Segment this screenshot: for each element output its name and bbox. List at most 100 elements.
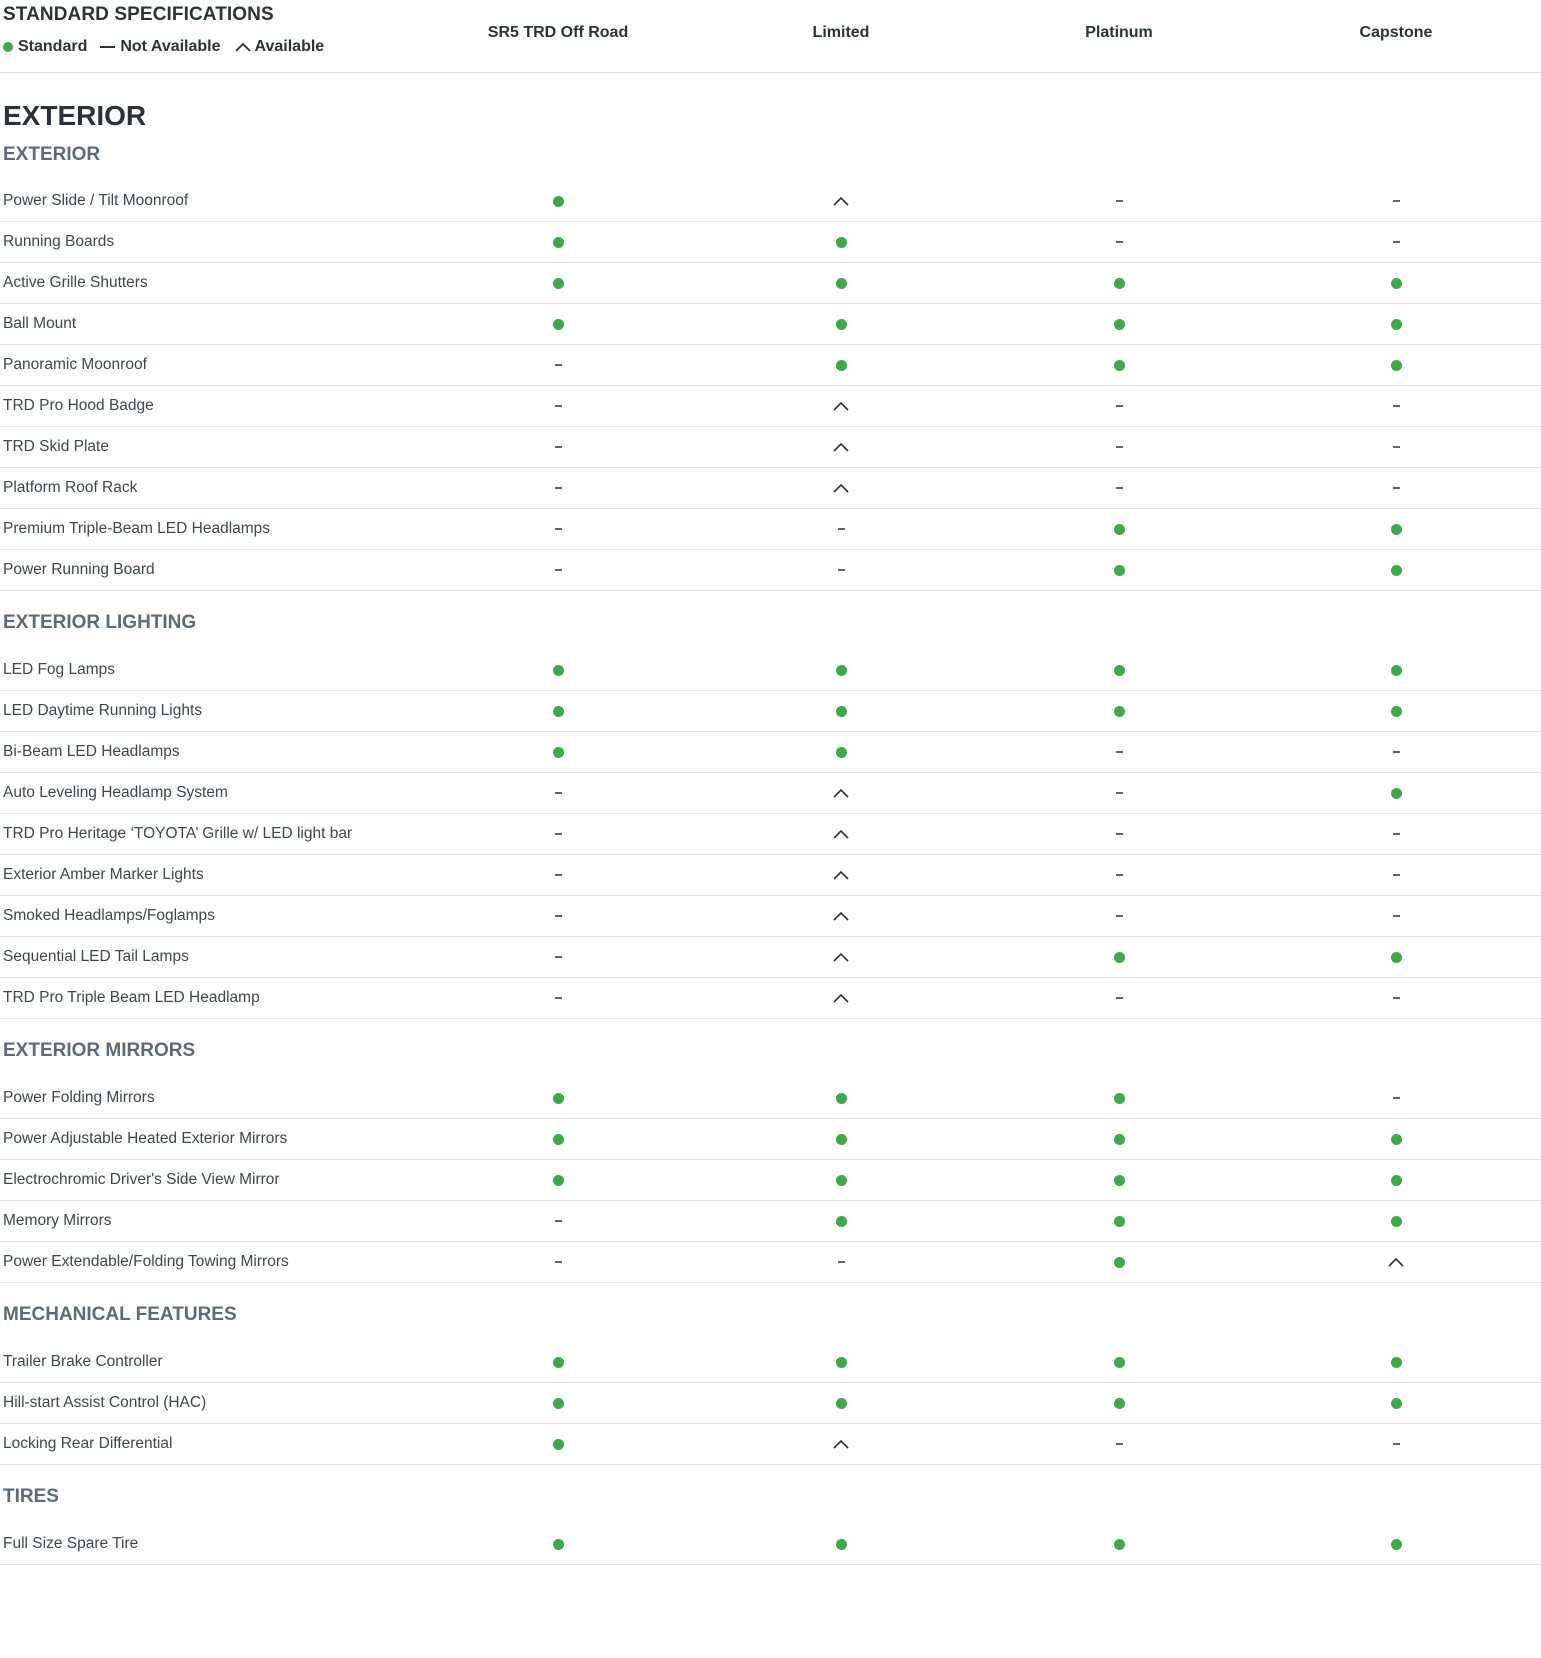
- dash-icon: [1115, 487, 1123, 489]
- standard-dot-icon: [1390, 1397, 1402, 1409]
- spec-row: Power Folding Mirrors: [0, 1078, 1541, 1119]
- spec-cell: [821, 386, 861, 426]
- spec-row: Trailer Brake Controller: [0, 1342, 1541, 1383]
- standard-dot-icon: [1113, 705, 1125, 717]
- standard-dot-icon: [835, 1215, 847, 1227]
- caret-up-icon: [833, 196, 849, 206]
- spec-cell: [1376, 1119, 1416, 1159]
- standard-dot-icon: [1113, 277, 1125, 289]
- spec-cell: [821, 978, 861, 1018]
- caret-up-icon: [833, 401, 849, 411]
- legend-not-available: Not Available: [100, 38, 221, 56]
- spec-row: Memory Mirrors: [0, 1201, 1541, 1242]
- spec-cell: [821, 509, 861, 549]
- spec-row: TRD Pro Triple Beam LED Headlamp: [0, 978, 1541, 1019]
- spec-cell: [538, 1119, 578, 1159]
- spec-label: Active Grille Shutters: [3, 274, 148, 291]
- standard-dot-icon: [1390, 523, 1402, 535]
- caret-up-icon: [833, 788, 849, 798]
- spec-label: LED Fog Lamps: [3, 661, 115, 678]
- standard-dot-icon: [1390, 1356, 1402, 1368]
- spec-cell: [1099, 814, 1139, 854]
- standard-dot-icon: [835, 1356, 847, 1368]
- spec-row: Power Running Board: [0, 550, 1541, 591]
- spec-label: Trailer Brake Controller: [3, 1353, 163, 1370]
- standard-dot-icon: [552, 705, 564, 717]
- spec-row: Ball Mount: [0, 304, 1541, 345]
- spec-label: Auto Leveling Headlamp System: [3, 784, 228, 801]
- caret-up-icon: [833, 952, 849, 962]
- spec-cell: [1376, 896, 1416, 936]
- spec-cell: [1099, 550, 1139, 590]
- spec-cell: [1099, 1424, 1139, 1464]
- standard-dot-icon: [552, 1538, 564, 1550]
- dash-icon: [554, 405, 562, 407]
- standard-dot-icon: [835, 705, 847, 717]
- dash-icon: [1392, 915, 1400, 917]
- dash-icon: [1115, 200, 1123, 202]
- spec-cell: [1376, 1201, 1416, 1241]
- spec-label: Locking Rear Differential: [3, 1435, 173, 1452]
- spec-cell: [538, 1160, 578, 1200]
- spec-cell: [538, 1424, 578, 1464]
- spec-row: Panoramic Moonroof: [0, 345, 1541, 386]
- spec-cell: [1376, 773, 1416, 813]
- spec-cell: [1376, 181, 1416, 221]
- dash-icon: [554, 487, 562, 489]
- spec-cell: [821, 1078, 861, 1118]
- legend-not-available-label: Not Available: [120, 38, 221, 55]
- legend-standard: Standard: [3, 38, 87, 56]
- spec-cell: [821, 304, 861, 344]
- spec-row: LED Daytime Running Lights: [0, 691, 1541, 732]
- spec-cell: [1099, 1524, 1139, 1564]
- spec-cell: [1376, 386, 1416, 426]
- dash-icon: [554, 1261, 562, 1263]
- spec-cell: [1376, 263, 1416, 303]
- standard-dot-icon: [1113, 1133, 1125, 1145]
- standard-dot-icon: [835, 1538, 847, 1550]
- dash-icon: [554, 874, 562, 876]
- spec-cell: [821, 732, 861, 772]
- standard-dot-icon: [835, 746, 847, 758]
- dash-icon: [554, 915, 562, 917]
- standard-dot-icon: [1390, 1538, 1402, 1550]
- standard-dot-icon: [552, 1356, 564, 1368]
- spec-cell: [821, 814, 861, 854]
- dash-icon: [1115, 874, 1123, 876]
- legend-standard-label: Standard: [18, 38, 88, 55]
- dash-icon: [1115, 241, 1123, 243]
- section-title: EXTERIOR: [3, 100, 147, 131]
- spec-row: Sequential LED Tail Lamps: [0, 937, 1541, 978]
- spec-header: STANDARD SPECIFICATIONS Standard Not Ava…: [0, 0, 1541, 73]
- spec-cell: [538, 550, 578, 590]
- spec-cell: [1099, 978, 1139, 1018]
- spec-row: Power Adjustable Heated Exterior Mirrors: [0, 1119, 1541, 1160]
- dash-icon: [554, 997, 562, 999]
- spec-label: Full Size Spare Tire: [3, 1535, 139, 1552]
- spec-cell: [1099, 732, 1139, 772]
- spec-row: Power Slide / Tilt Moonroof: [0, 181, 1541, 222]
- spec-row: Active Grille Shutters: [0, 263, 1541, 304]
- spec-cell: [1376, 1424, 1416, 1464]
- spec-cell: [821, 181, 861, 221]
- spec-cell: [1099, 937, 1139, 977]
- spec-cell: [1099, 691, 1139, 731]
- spec-table: STANDARD SPECIFICATIONS Standard Not Ava…: [0, 0, 1541, 1565]
- spec-cell: [1376, 1242, 1416, 1282]
- spec-cell: [1099, 855, 1139, 895]
- spec-cell: [1099, 1342, 1139, 1382]
- spec-row: Hill-start Assist Control (HAC): [0, 1383, 1541, 1424]
- standard-dot-icon: [1113, 1538, 1125, 1550]
- spec-cell: [538, 691, 578, 731]
- spec-cell: [538, 855, 578, 895]
- dash-icon: [1392, 874, 1400, 876]
- dash-icon: [554, 364, 562, 366]
- spec-label: TRD Pro Triple Beam LED Headlamp: [3, 989, 260, 1006]
- caret-up-icon: [833, 993, 849, 1003]
- dash-icon: [1115, 1443, 1123, 1445]
- spec-cell: [1376, 509, 1416, 549]
- standard-dot-icon: [1390, 664, 1402, 676]
- spec-cell: [1376, 937, 1416, 977]
- spec-cell: [1099, 263, 1139, 303]
- spec-cell: [1099, 1201, 1139, 1241]
